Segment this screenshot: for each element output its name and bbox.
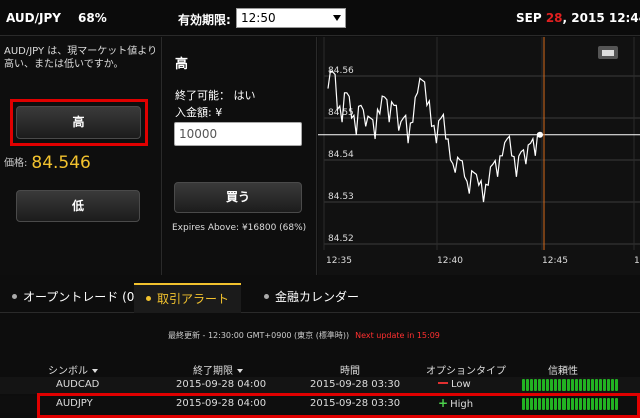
reliability-segment (570, 379, 574, 391)
expiry-select[interactable]: 12:50 (236, 8, 346, 28)
reliability-segment (538, 379, 542, 391)
selected-direction: 高 (175, 57, 189, 72)
reliability-segment (534, 379, 538, 391)
server-datetime: SEP 28, 2015 12:44:50 (516, 11, 640, 25)
cell-type: Low (438, 379, 471, 390)
cell-expiry: 2015-09-28 04:00 (176, 379, 267, 390)
tab-dot-icon (12, 294, 17, 299)
tab-dot-icon (146, 296, 151, 301)
reliability-bar (522, 379, 619, 391)
reliability-segment (558, 379, 562, 391)
tab-dot-icon (264, 294, 269, 299)
date-day: 28 (541, 11, 563, 25)
x-tick-label: 12:45 (542, 256, 568, 266)
header-symbol[interactable]: シンボル (48, 362, 98, 377)
header-expiry[interactable]: 終了期限 (193, 362, 243, 377)
last-update: 最終更新 - 12:30:00 GMT+0900 (東京 (標準時)) Next … (168, 330, 440, 341)
price-value: 84.546 (31, 153, 91, 173)
highlight-box (37, 393, 640, 418)
tab-label: オープントレード (0) (23, 290, 140, 304)
reliability-segment (582, 379, 586, 391)
tab-open-trades[interactable]: オープントレード (0) (0, 283, 151, 313)
reliability-segment (606, 379, 611, 391)
header-reliability: 信頼性 (548, 366, 578, 377)
reliability-segment (590, 379, 594, 391)
reliability-segment (554, 379, 558, 391)
reliability-segment (594, 379, 598, 391)
y-tick-label: 84.54 (328, 150, 354, 160)
x-tick-label: 12:50 (634, 256, 640, 266)
tab-label: 金融カレンダー (275, 290, 360, 304)
next-update-text: Next update in 15:09 (355, 331, 440, 340)
reliability-segment (550, 379, 554, 391)
payout-percent: 68% (78, 11, 107, 25)
current-price-dot (537, 131, 543, 138)
direction-question: AUD/JPY は、現マーケット値より高い、または低いですか。 (4, 46, 158, 70)
reliability-segment (586, 379, 590, 391)
cell-time: 2015-09-28 03:30 (310, 379, 401, 390)
high-button[interactable]: 高 (16, 106, 141, 139)
amount-label: 入金額: ¥ (175, 106, 223, 119)
reliability-segment (546, 379, 550, 391)
tab-trade-alerts[interactable]: 取引アラート (134, 283, 242, 313)
chart-toggle-glyph (602, 50, 614, 56)
last-update-text: 最終更新 - 12:30:00 GMT+0900 (東京 (標準時)) (168, 331, 350, 340)
reliability-segment (522, 379, 526, 391)
reliability-segment (562, 379, 566, 391)
price-line (327, 70, 541, 203)
low-button[interactable]: 低 (16, 190, 140, 222)
reliability-segment (526, 379, 530, 391)
reliability-segment (574, 379, 578, 391)
y-tick-label: 84.53 (328, 192, 354, 202)
y-tick-label: 84.52 (328, 234, 354, 244)
buy-button[interactable]: 買う (174, 182, 302, 213)
endable-text: 終了可能： はい (175, 89, 256, 102)
reliability-segment (611, 379, 615, 391)
expiry-value: 12:50 (241, 11, 276, 25)
expiry-label: 有効期限: (178, 13, 231, 27)
reliability-segment (530, 379, 534, 391)
direction-panel: AUD/JPY は、現マーケット値より高い、または低いですか。 高 価格: 84.… (0, 37, 162, 275)
bottom-tabs: オープントレード (0) 取引アラート 金融カレンダー (0, 283, 640, 313)
expires-above-text: Expires Above: ¥16800 (68%) (172, 223, 307, 233)
price-row: 価格: 84.546 (4, 153, 91, 173)
price-label: 価格: (4, 158, 28, 169)
x-tick-label: 12:35 (326, 256, 352, 266)
header-label: シンボル (48, 366, 88, 377)
header-label: 終了期限 (193, 366, 233, 377)
tab-economic-calendar[interactable]: 金融カレンダー (252, 283, 371, 313)
date-month: SEP (516, 11, 542, 25)
reliability-segment (602, 379, 606, 391)
reliability-segment (542, 379, 546, 391)
type-label: Low (451, 379, 471, 390)
low-dash-icon (438, 382, 448, 384)
amount-input[interactable] (174, 122, 302, 146)
reliability-segment (578, 379, 582, 391)
price-chart-svg: 84.5684.5584.5484.5384.5212:35 12:40 12:45… (318, 37, 640, 275)
order-panel: 高 終了可能： はい 入金額: ¥ 買う Expires Above: ¥168… (163, 37, 317, 275)
x-axis-strip (318, 250, 640, 275)
price-chart[interactable]: 84.56 84.55 84.54 84.53 84.52 12:35 12:40 12:45… (318, 37, 640, 275)
asset-pair: AUD/JPY (6, 11, 61, 25)
sort-caret-icon (92, 369, 98, 373)
cell-symbol: AUDCAD (56, 379, 100, 390)
sort-caret-icon (237, 369, 243, 373)
reliability-segment (615, 379, 619, 391)
table-row[interactable]: AUDCAD 2015-09-28 04:00 2015-09-28 03:30… (0, 377, 640, 394)
reliability-segment (566, 379, 570, 391)
header-option-type: オプションタイプ (426, 366, 506, 377)
chevron-down-icon (333, 15, 341, 21)
date-rest: , 2015 12:44:50 (562, 11, 640, 25)
reliability-segment (598, 379, 602, 391)
header-time: 時間 (340, 366, 360, 377)
x-tick-label: 12:40 (437, 256, 463, 266)
top-bar: AUD/JPY 68% 有効期限: 12:50 SEP 28, 2015 12:… (0, 0, 640, 36)
tab-label: 取引アラート (157, 292, 230, 306)
